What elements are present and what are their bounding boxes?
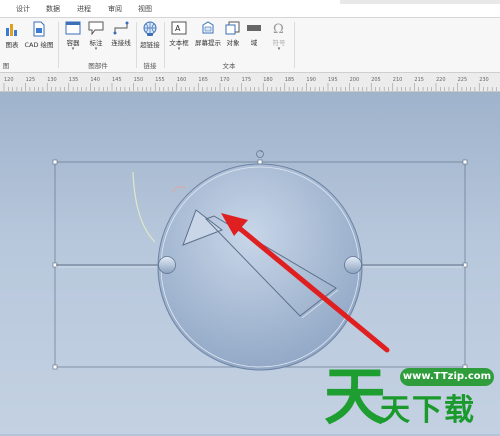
cad-drawing-label: CAD 绘图	[24, 41, 54, 49]
cad-drawing-button[interactable]: CAD 绘图	[24, 21, 54, 57]
omega-icon: Ω	[273, 22, 284, 35]
connector-label: 连接线	[111, 39, 131, 47]
ruler-tick-label: 175	[242, 77, 252, 83]
textbox-icon: A	[171, 21, 187, 35]
ruler-tick-label: 205	[371, 77, 381, 83]
symbol-button[interactable]: Ω 符号 ▾	[268, 21, 290, 57]
group-separator	[136, 22, 137, 68]
chevron-down-icon: ▾	[71, 46, 75, 52]
ruler-tick-label: 145	[112, 77, 122, 83]
group-separator	[58, 22, 59, 68]
textbox-button[interactable]: A 文本框 ▾	[166, 21, 192, 57]
globe-link-icon	[143, 21, 157, 36]
callout-icon	[88, 21, 104, 35]
ruler-tick-label: 200	[350, 77, 360, 83]
right-knob[interactable]	[344, 256, 362, 274]
chart-label: 图表	[5, 41, 19, 49]
resize-handle-bottom-left	[52, 364, 58, 370]
callout-button[interactable]: 标注 ▾	[86, 21, 106, 57]
container-button[interactable]: 容器 ▾	[62, 21, 84, 57]
watermark-url: www.TTzip.com	[400, 368, 494, 386]
connector-icon	[113, 21, 129, 35]
chevron-down-icon: ▾	[177, 46, 181, 52]
ribbon-tab-bar: 设计 数据 进程 审阅 视图	[0, 0, 500, 18]
ruler-tick-label: 150	[134, 77, 144, 83]
group-label-diagram-parts: 图部件	[88, 62, 108, 70]
field-label: 域	[250, 39, 258, 47]
object-button[interactable]: 对象	[224, 21, 242, 57]
watermark-big-char: 天	[324, 360, 387, 433]
svg-text:A: A	[175, 24, 181, 33]
ruler-tick-label: 155	[155, 77, 165, 83]
ruler-tick-label: 165	[198, 77, 208, 83]
object-label: 对象	[226, 39, 240, 47]
watermark-text: 天下载	[380, 393, 476, 428]
container-icon	[65, 21, 81, 35]
ruler-tick-label: 220	[436, 77, 446, 83]
connector-button[interactable]: 连接线	[108, 21, 134, 57]
horizontal-ruler[interactable]: 120 125 130 135 140 145 150 155 160 165 170 175 180 1…	[0, 73, 500, 92]
ruler-tick-label: 230	[479, 77, 489, 83]
left-knob[interactable]	[158, 256, 176, 274]
chevron-down-icon: ▾	[94, 46, 98, 52]
resize-handle-top-right	[462, 159, 468, 165]
ruler-tick-label: 215	[414, 77, 424, 83]
ruler-tick-label: 190	[306, 77, 316, 83]
connection-guide	[171, 186, 187, 193]
ruler-tick-label: 130	[47, 77, 57, 83]
ruler-tick-label: 195	[328, 77, 338, 83]
group-separator	[164, 22, 165, 68]
screentip-label: 屏幕提示	[195, 39, 221, 47]
ruler-tick-label: 140	[90, 77, 100, 83]
group-separator	[294, 22, 295, 68]
tab-process[interactable]: 进程	[73, 3, 95, 15]
hyperlink-button[interactable]: 超链接	[138, 21, 162, 57]
field-button[interactable]: 域	[245, 21, 263, 57]
group-label-text: 文本	[222, 62, 236, 70]
chevron-down-icon: ▾	[277, 46, 281, 52]
screentip-icon	[202, 21, 214, 34]
cad-drawing-icon	[33, 21, 45, 37]
ribbon-panel: 图表 CAD 绘图 容器 ▾ 标注 ▾ 连接线 图部件 图 超链接 链接 A 文…	[0, 18, 500, 73]
ruler-tick-label: 135	[69, 77, 79, 83]
group-label-links: 链接	[143, 62, 157, 70]
tab-design[interactable]: 设计	[12, 3, 34, 15]
field-icon	[247, 25, 261, 31]
title-bar-fragment	[340, 0, 500, 4]
watermark-logo: 天 www.TTzip.com 天下载	[322, 356, 500, 434]
tab-review[interactable]: 审阅	[104, 3, 126, 15]
rotate-handle-icon[interactable]	[256, 150, 264, 158]
resize-handle-top-left	[52, 159, 58, 165]
ruler-tick-label: 160	[177, 77, 187, 83]
ruler-tick-label: 120	[4, 77, 14, 83]
ruler-tick-label: 225	[458, 77, 468, 83]
connection-guide	[132, 171, 156, 243]
screentip-button[interactable]: 屏幕提示	[193, 21, 223, 57]
ruler-tick-label: 210	[393, 77, 403, 83]
ruler-tick-label: 170	[220, 77, 230, 83]
tab-data[interactable]: 数据	[42, 3, 64, 15]
ruler-tick-label: 180	[263, 77, 273, 83]
resize-handle-top	[257, 159, 263, 165]
hyperlink-label: 超链接	[140, 41, 160, 49]
group-label-illustrations: 图	[2, 62, 10, 70]
tab-view[interactable]: 视图	[134, 3, 156, 15]
chart-button[interactable]: 图表	[2, 21, 22, 57]
ruler-tick-label: 125	[26, 77, 36, 83]
circle-shape[interactable]	[157, 163, 363, 371]
ruler-tick-label: 185	[285, 77, 295, 83]
object-icon	[225, 21, 240, 35]
chart-icon	[6, 24, 17, 36]
svg-text:Ω: Ω	[273, 22, 284, 35]
